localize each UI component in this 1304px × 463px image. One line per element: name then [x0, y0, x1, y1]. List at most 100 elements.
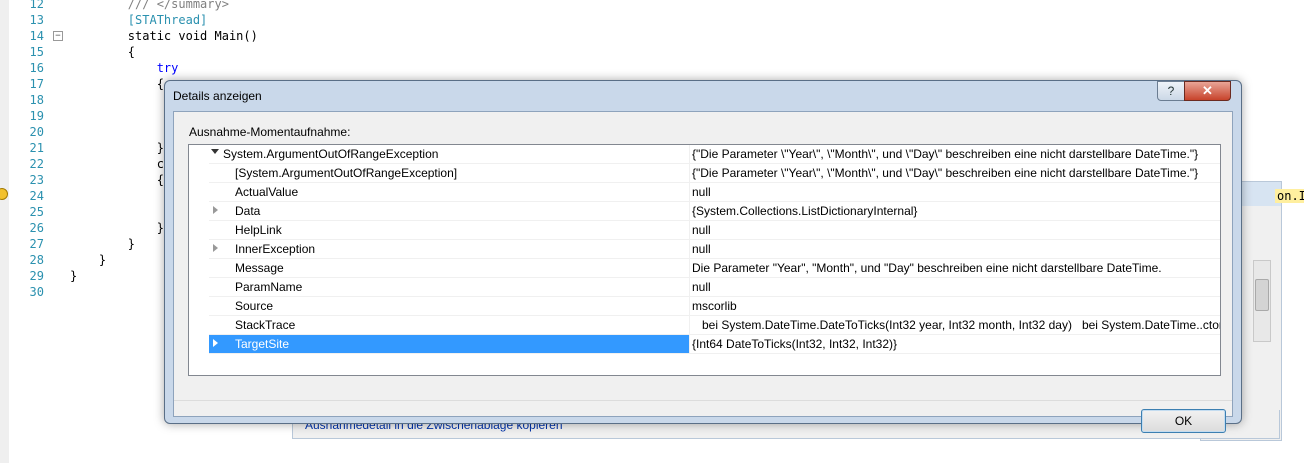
row-gutter: [189, 221, 209, 240]
property-name-cell[interactable]: ActualValue: [209, 183, 689, 202]
property-row[interactable]: Message Die Parameter "Year", "Month", un…: [189, 259, 1220, 278]
row-gutter: [189, 164, 209, 183]
property-name-cell[interactable]: Data: [209, 202, 689, 221]
property-name: ActualValue: [235, 185, 299, 199]
property-row[interactable]: TargetSite {Int64 DateToTicks(Int32, Int3…: [189, 335, 1220, 354]
code-line: 14 static void Main() −: [0, 28, 1304, 44]
row-gutter: [189, 316, 209, 335]
code-text: ca: [70, 157, 172, 171]
code-text: try: [70, 61, 179, 75]
property-name-cell[interactable]: InnerException: [209, 240, 689, 259]
collapse-outline-icon[interactable]: −: [53, 31, 63, 41]
property-name-cell[interactable]: ParamName: [209, 278, 689, 297]
code-text: }: [70, 221, 164, 235]
property-value-cell[interactable]: bei System.DateTime.DateToTicks(Int32 ye…: [689, 316, 1220, 335]
property-name-cell[interactable]: [System.ArgumentOutOfRangeException]: [209, 164, 689, 183]
line-number: 25: [29, 205, 44, 219]
property-name-cell[interactable]: TargetSite: [209, 335, 689, 354]
property-name: [System.ArgumentOutOfRangeException]: [235, 166, 458, 180]
row-gutter: [189, 202, 209, 221]
property-name: Source: [235, 299, 274, 313]
code-text: }: [70, 253, 107, 267]
property-value: bei System.DateTime.DateToTicks(Int32 ye…: [702, 318, 1220, 332]
property-value-cell[interactable]: Die Parameter "Year", "Month", und "Day"…: [689, 259, 1220, 278]
line-number: 29: [29, 269, 44, 283]
property-value-cell[interactable]: null: [689, 221, 1220, 240]
line-number: 13: [29, 13, 44, 27]
code-line: 12 /// </summary>: [0, 0, 1304, 12]
row-gutter: [189, 278, 209, 297]
property-name-cell[interactable]: Source: [209, 297, 689, 316]
property-value: {"Die Parameter \"Year\", \"Month\", und…: [692, 147, 1199, 161]
property-row[interactable]: InnerException null: [189, 240, 1220, 259]
line-number: 30: [29, 285, 44, 299]
property-value-cell[interactable]: {"Die Parameter \"Year\", \"Month\", und…: [689, 164, 1220, 183]
property-row[interactable]: ActualValue null: [189, 183, 1220, 202]
line-number: 20: [29, 125, 44, 139]
dialog-titlebar[interactable]: Details anzeigen ? ✕: [165, 81, 1241, 111]
row-gutter: [189, 259, 209, 278]
line-number: 14: [29, 29, 44, 43]
code-line: 15 {: [0, 44, 1304, 60]
ok-button[interactable]: OK: [1141, 409, 1226, 433]
property-row[interactable]: Data {System.Collections.ListDictionaryIn…: [189, 202, 1220, 221]
line-number: 12: [29, 0, 44, 11]
line-number: 27: [29, 237, 44, 251]
row-gutter: [189, 240, 209, 259]
close-button[interactable]: ✕: [1184, 81, 1231, 101]
property-value-cell[interactable]: null: [689, 183, 1220, 202]
help-button[interactable]: ?: [1157, 81, 1185, 101]
property-row[interactable]: StackTrace bei System.DateTime.DateToTic…: [189, 316, 1220, 335]
exception-property-grid[interactable]: System.ArgumentOutOfRangeException {"Die …: [188, 144, 1221, 376]
property-value: null: [692, 242, 711, 256]
expand-triangle-icon[interactable]: [213, 244, 218, 252]
row-gutter: [189, 297, 209, 316]
collapse-triangle-icon[interactable]: [211, 149, 219, 154]
property-name-cell[interactable]: StackTrace: [209, 316, 689, 335]
row-gutter: [189, 183, 209, 202]
property-row[interactable]: ParamName null: [189, 278, 1220, 297]
property-value-cell[interactable]: {Int64 DateToTicks(Int32, Int32, Int32)}: [689, 335, 1220, 354]
line-number: 28: [29, 253, 44, 267]
property-value-cell[interactable]: {"Die Parameter \"Year\", \"Month\", und…: [689, 145, 1220, 164]
property-row[interactable]: Source mscorlib: [189, 297, 1220, 316]
dialog-title: Details anzeigen: [173, 89, 262, 103]
line-number: 21: [29, 141, 44, 155]
code-text: {: [70, 173, 164, 187]
exception-helper-edge-text: on.I: [1275, 189, 1304, 203]
property-name-cell[interactable]: HelpLink: [209, 221, 689, 240]
property-value-cell[interactable]: {System.Collections.ListDictionaryIntern…: [689, 202, 1220, 221]
code-text: /// </summary>: [70, 0, 229, 11]
code-text: }: [70, 269, 78, 283]
property-value: {"Die Parameter \"Year\", \"Month\", und…: [692, 166, 1199, 180]
property-name: Message: [235, 261, 284, 275]
row-gutter: [189, 145, 209, 164]
code-text: {: [70, 77, 164, 91]
line-number: 24: [29, 189, 44, 203]
exception-helper-scrollbar[interactable]: [1253, 260, 1271, 342]
code-text: {: [70, 45, 136, 59]
property-value: {System.Collections.ListDictionaryIntern…: [692, 204, 918, 218]
expand-triangle-icon[interactable]: [213, 339, 218, 347]
property-name: Data: [235, 204, 261, 218]
property-value-cell[interactable]: null: [689, 278, 1220, 297]
property-name-cell[interactable]: Message: [209, 259, 689, 278]
line-number: 18: [29, 93, 44, 107]
property-value: null: [692, 185, 711, 199]
property-value-cell[interactable]: null: [689, 240, 1220, 259]
property-name-cell[interactable]: System.ArgumentOutOfRangeException: [209, 145, 689, 164]
property-value: Die Parameter "Year", "Month", und "Day"…: [692, 261, 1162, 275]
line-number: 19: [29, 109, 44, 123]
line-number: 23: [29, 173, 44, 187]
property-row[interactable]: System.ArgumentOutOfRangeException {"Die …: [189, 145, 1220, 164]
scrollbar-thumb[interactable]: [1255, 279, 1269, 311]
property-name: ParamName: [235, 280, 303, 294]
code-text: static void Main(): [70, 29, 258, 43]
property-row[interactable]: HelpLink null: [189, 221, 1220, 240]
line-number: 17: [29, 77, 44, 91]
expand-triangle-icon[interactable]: [213, 206, 218, 214]
property-value-cell[interactable]: mscorlib: [689, 297, 1220, 316]
property-row[interactable]: [System.ArgumentOutOfRangeException] {"Di…: [189, 164, 1220, 183]
property-value: mscorlib: [692, 299, 737, 313]
code-line: 16 try: [0, 60, 1304, 76]
